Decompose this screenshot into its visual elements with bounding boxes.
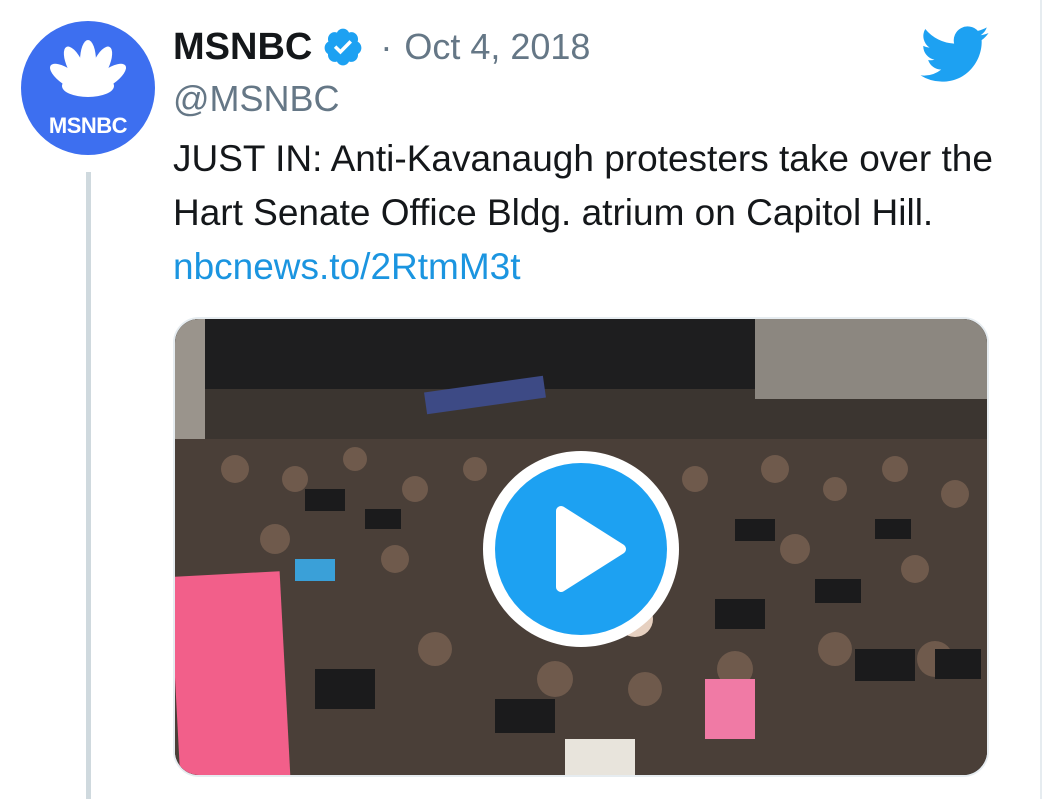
tweet-link[interactable]: nbcnews.to/2RtmM3t — [173, 246, 521, 287]
play-button[interactable] — [483, 451, 679, 647]
play-icon — [556, 506, 626, 592]
card-border — [1040, 0, 1042, 799]
display-name[interactable]: MSNBC — [173, 26, 312, 69]
thread-line — [86, 172, 91, 799]
twitter-bird-icon[interactable] — [920, 26, 990, 84]
avatar-wordmark: MSNBC — [48, 113, 128, 138]
tweet-date[interactable]: Oct 4, 2018 — [404, 26, 590, 68]
tweet-body: JUST IN: Anti-Kavanaugh protesters take … — [173, 138, 993, 233]
play-button-circle — [495, 463, 667, 635]
avatar[interactable]: MSNBC — [21, 21, 155, 155]
tweet-header: MSNBC · Oct 4, 2018 — [173, 22, 590, 72]
verified-badge-icon — [324, 28, 362, 66]
separator-dot: · — [380, 26, 393, 67]
tweet-text: JUST IN: Anti-Kavanaugh protesters take … — [173, 132, 993, 294]
video-thumbnail[interactable] — [173, 317, 989, 777]
user-handle[interactable]: @MSNBC — [173, 78, 340, 120]
